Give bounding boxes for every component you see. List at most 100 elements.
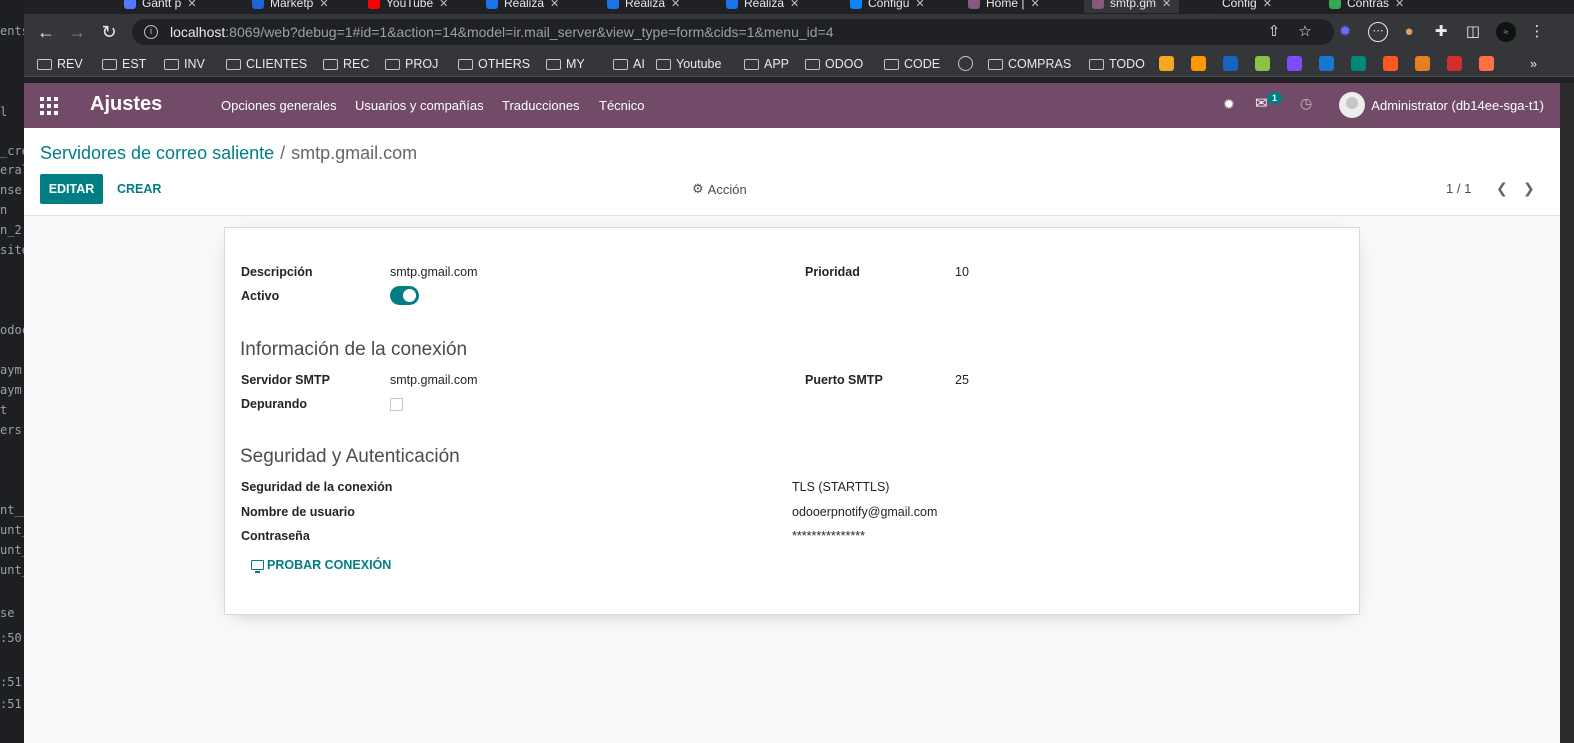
bookmark-favicon-icon[interactable]: [1287, 56, 1302, 71]
bookmark-folder[interactable]: INV: [164, 55, 205, 73]
bookmark-folder[interactable]: REC: [323, 55, 369, 73]
editor-line-text: n_2: [0, 223, 22, 237]
debug-bug-icon[interactable]: ✹: [1223, 96, 1235, 113]
debug-checkbox[interactable]: [390, 398, 403, 411]
tab-title: YouTube: [386, 0, 434, 10]
bookmark-folder[interactable]: Youtube: [656, 55, 721, 73]
bookmark-favicon-icon[interactable]: [1223, 56, 1238, 71]
create-button[interactable]: CREAR: [117, 182, 161, 196]
back-icon[interactable]: ←: [36, 22, 56, 42]
bookmark-folder[interactable]: REV: [37, 55, 83, 73]
profile-icon[interactable]: ≈: [1496, 22, 1516, 42]
url-host: localhost: [170, 24, 226, 40]
active-toggle[interactable]: [390, 286, 419, 305]
tab-close-icon[interactable]: ✕: [187, 0, 196, 10]
pager-value[interactable]: 1 / 1: [1446, 181, 1471, 196]
bookmark-favicon-icon[interactable]: [1447, 56, 1462, 71]
breadcrumb-parent[interactable]: Servidores de correo saliente: [40, 143, 274, 163]
tab-favicon-icon: [124, 0, 136, 9]
test-connection-button[interactable]: PROBAR CONEXIÓN: [251, 558, 391, 573]
user-menu[interactable]: Administrator (db14ee-sga-t1): [1339, 92, 1544, 118]
globe-bookmark-icon[interactable]: [958, 56, 973, 71]
browser-tab[interactable]: Config ✕: [1204, 0, 1272, 13]
bookmark-favicon-icon[interactable]: [1191, 56, 1206, 71]
bookmark-favicon-icon[interactable]: [1415, 56, 1430, 71]
tab-close-icon[interactable]: ✕: [1030, 0, 1039, 10]
side-panel-icon[interactable]: ◫: [1464, 23, 1482, 41]
tab-close-icon[interactable]: ✕: [550, 0, 559, 10]
menu-general-settings[interactable]: Opciones generales: [221, 98, 337, 113]
forward-icon[interactable]: →: [67, 22, 87, 42]
browser-tab[interactable]: Realiza ✕: [726, 0, 799, 13]
action-menu-button[interactable]: ⚙ Acción: [692, 181, 747, 197]
window-scrollbar[interactable]: [1560, 83, 1574, 743]
bookmark-folder[interactable]: PROJ: [385, 55, 438, 73]
menu-translations[interactable]: Traducciones: [502, 98, 580, 113]
browser-tab[interactable]: Contras ✕: [1329, 0, 1404, 13]
browser-tab[interactable]: YouTube ✕: [368, 0, 448, 13]
more-bookmarks-button[interactable]: »: [1530, 55, 1537, 73]
tab-close-icon[interactable]: ✕: [439, 0, 448, 10]
bookmark-favicon-icon[interactable]: [1479, 56, 1494, 71]
folder-icon: [656, 58, 671, 70]
bookmark-folder[interactable]: EST: [102, 55, 146, 73]
tab-favicon-icon: [368, 0, 380, 9]
bookmark-folder[interactable]: CODE: [884, 55, 940, 73]
bookmark-label: TODO: [1109, 57, 1145, 71]
bookmark-label: REC: [343, 57, 370, 71]
browser-menu-icon[interactable]: ⋮: [1528, 23, 1546, 41]
bookmark-folder[interactable]: OTHERS: [458, 55, 530, 73]
tab-title: Gantt p: [142, 0, 182, 10]
bookmark-folder[interactable]: CLIENTES: [226, 55, 307, 73]
bookmark-folder[interactable]: MY: [546, 55, 585, 73]
reload-icon[interactable]: ↻: [99, 22, 119, 42]
browser-tab[interactable]: Marketp ✕: [252, 0, 329, 13]
pager-next-icon[interactable]: ❯: [1523, 180, 1535, 197]
extension-gear-icon[interactable]: ✹: [1336, 23, 1354, 41]
tab-close-icon[interactable]: ✕: [790, 0, 799, 10]
tab-close-icon[interactable]: ✕: [671, 0, 680, 10]
site-info-icon[interactable]: i: [144, 25, 158, 39]
password-label: Contraseña: [241, 529, 310, 543]
bookmark-favicon-icon[interactable]: [1159, 56, 1174, 71]
bookmark-favicon-icon[interactable]: [1255, 56, 1270, 71]
bookmark-folder[interactable]: COMPRAS: [988, 55, 1071, 73]
tab-title: Marketp: [270, 0, 314, 10]
browser-tab[interactable]: Realiza ✕: [607, 0, 680, 13]
messages-icon[interactable]: ✉: [1255, 94, 1268, 112]
tab-close-icon[interactable]: ✕: [915, 0, 924, 10]
tab-close-icon[interactable]: ✕: [319, 0, 328, 10]
extension-monkey-icon[interactable]: ●: [1400, 23, 1418, 41]
browser-tab[interactable]: smtp.gm ✕: [1084, 0, 1180, 13]
browser-tab[interactable]: Home | ✕: [968, 0, 1040, 13]
bookmark-favicon-icon[interactable]: [1319, 56, 1334, 71]
folder-icon: [546, 58, 561, 70]
editor-line-text: eral: [0, 163, 24, 177]
folder-icon: [37, 58, 52, 70]
bookmark-star-icon[interactable]: ☆: [1296, 23, 1314, 41]
menu-technical[interactable]: Técnico: [599, 98, 645, 113]
activity-clock-icon[interactable]: ◷: [1300, 95, 1312, 112]
tab-close-icon[interactable]: ✕: [1395, 0, 1404, 10]
bookmark-favicon-icon[interactable]: [1383, 56, 1398, 71]
browser-tab[interactable]: Realiza ✕: [486, 0, 559, 13]
address-bar[interactable]: i localhost:8069/web?debug=1#id=1&action…: [132, 19, 1334, 45]
bookmark-folder[interactable]: TODO: [1089, 55, 1145, 73]
tab-close-icon[interactable]: ✕: [1263, 0, 1272, 10]
bookmark-folder[interactable]: AI: [613, 55, 645, 73]
extensions-puzzle-icon[interactable]: ✚: [1432, 23, 1450, 41]
encryption-field: TLS (STARTTLS): [792, 480, 890, 494]
app-title[interactable]: Ajustes: [90, 93, 162, 116]
apps-menu-icon[interactable]: [40, 97, 58, 115]
browser-tab[interactable]: Gantt p ✕: [124, 0, 197, 13]
share-icon[interactable]: ⇧: [1265, 23, 1283, 41]
bookmark-folder[interactable]: APP: [744, 55, 789, 73]
edit-button[interactable]: EDITAR: [40, 174, 103, 204]
tab-close-icon[interactable]: ✕: [1162, 0, 1171, 10]
pager-previous-icon[interactable]: ❮: [1496, 180, 1508, 197]
bookmark-favicon-icon[interactable]: [1351, 56, 1366, 71]
menu-users-companies[interactable]: Usuarios y compañías: [355, 98, 484, 113]
bookmark-folder[interactable]: ODOO: [805, 55, 863, 73]
extension-dots-icon[interactable]: ⋯: [1368, 22, 1388, 42]
browser-tab[interactable]: Configu ✕: [850, 0, 925, 13]
